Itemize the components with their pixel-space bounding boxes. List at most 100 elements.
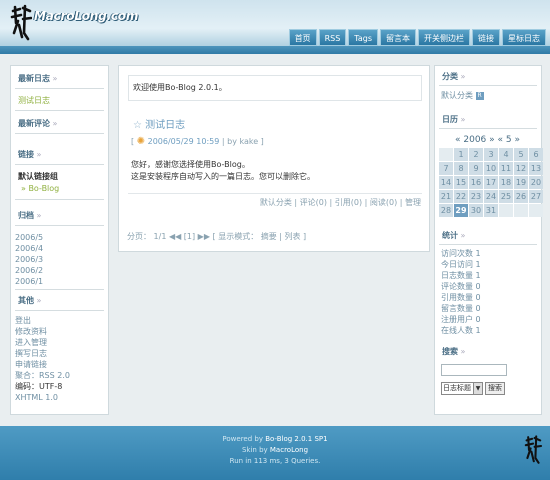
- rss-link[interactable]: 聚合：RSS 2.0: [15, 371, 70, 381]
- calendar-day[interactable]: 31: [484, 204, 498, 217]
- nav-links[interactable]: 链接: [472, 29, 500, 46]
- stat-item: 注册用户 0: [441, 315, 481, 324]
- search-button[interactable]: 搜索: [485, 382, 505, 395]
- post-body: 您好，感谢您选择使用Bo-Blog。 这是安装程序自动写入的一篇日志。您可以删除…: [131, 159, 315, 183]
- footer: Powered by Bo-Blog 2.0.1 SP1 Skin by Mac…: [0, 426, 550, 480]
- archive-item[interactable]: 2006/2: [15, 266, 43, 276]
- write-post-link[interactable]: 撰写日志: [15, 349, 47, 359]
- stat-item: 日志数量 1: [441, 271, 481, 280]
- links-title: 链接 »: [18, 150, 42, 159]
- divider: [15, 110, 104, 111]
- post-date: 2006/05/29 10:59: [147, 137, 220, 146]
- calendar-day[interactable]: 23: [469, 190, 483, 203]
- archive-item[interactable]: 2006/4: [15, 244, 43, 254]
- calendar-day[interactable]: 7: [439, 162, 453, 175]
- top-nav: 首页 RSS Tags 留言本 开关侧边栏 链接 星标日志: [288, 29, 546, 46]
- chevron-down-icon: ▼: [473, 383, 482, 394]
- divider: [128, 193, 422, 194]
- logout-link[interactable]: 登出: [15, 316, 31, 326]
- calendar-day[interactable]: 18: [499, 176, 513, 189]
- post-title[interactable]: ☆ 测试日志: [133, 116, 185, 131]
- divider: [15, 289, 104, 290]
- skin-author-link[interactable]: MacroLong: [270, 446, 308, 454]
- divider: [439, 128, 537, 129]
- site-logo-text[interactable]: MacroLong.com: [34, 9, 138, 23]
- apply-link-link[interactable]: 申请链接: [15, 360, 47, 370]
- calendar-day[interactable]: 13: [529, 162, 543, 175]
- link-group-label: 默认链接组: [18, 172, 58, 181]
- calendar-day[interactable]: 10: [484, 162, 498, 175]
- latest-post-item[interactable]: 测试日志: [18, 96, 50, 106]
- pager[interactable]: 分页： 1/1 ◀◀ [1] ▶▶ [ 显示模式： 摘要 | 列表 ]: [127, 231, 306, 242]
- divider: [15, 310, 104, 311]
- calendar-day[interactable]: 16: [469, 176, 483, 189]
- calendar-day[interactable]: 22: [454, 190, 468, 203]
- calendar-day[interactable]: 4: [499, 148, 513, 161]
- nav-tags[interactable]: Tags: [348, 29, 378, 46]
- calligraphy-logo-icon: [524, 435, 542, 464]
- calendar-day[interactable]: 17: [484, 176, 498, 189]
- nav-toggle-sidebar[interactable]: 开关侧边栏: [418, 29, 470, 46]
- calendar-day[interactable]: 26: [514, 190, 528, 203]
- calendar-day[interactable]: 20: [529, 176, 543, 189]
- calendar-day[interactable]: 12: [514, 162, 528, 175]
- admin-link[interactable]: 进入管理: [15, 338, 47, 348]
- latest-posts-title: 最新日志 »: [18, 74, 58, 83]
- category-item[interactable]: 默认分类 R: [441, 91, 484, 101]
- post-body-line: 您好，感谢您选择使用Bo-Blog。: [131, 160, 250, 169]
- divider: [15, 199, 104, 200]
- calendar-day[interactable]: 2: [469, 148, 483, 161]
- archive-item[interactable]: 2006/3: [15, 255, 43, 265]
- calendar-day[interactable]: 30: [469, 204, 483, 217]
- calendar-day[interactable]: 5: [514, 148, 528, 161]
- divider: [439, 85, 537, 86]
- nav-starred[interactable]: 星标日志: [502, 29, 546, 46]
- star-icon: ☆: [133, 120, 142, 131]
- header-bar: [0, 46, 550, 54]
- calendar-day[interactable]: 28: [439, 204, 453, 217]
- calendar-day[interactable]: 24: [484, 190, 498, 203]
- stat-item: 引用数量 0: [441, 293, 481, 302]
- calendar-day[interactable]: 8: [454, 162, 468, 175]
- nav-home[interactable]: 首页: [288, 29, 317, 46]
- link-item[interactable]: » Bo-Blog: [21, 184, 59, 194]
- calendar-day[interactable]: 15: [454, 176, 468, 189]
- right-sidebar: 分类 » 默认分类 R 日历 » « 2006 » « 5 » 12345678…: [434, 65, 543, 415]
- calendar-day[interactable]: 6: [529, 148, 543, 161]
- archive-title: 归档 »: [18, 211, 42, 220]
- calendar-day[interactable]: 25: [499, 190, 513, 203]
- post-action-links[interactable]: 默认分类 | 评论(0) | 引用(0) | 阅读(0) | 管理: [260, 197, 421, 208]
- calendar-day[interactable]: 9: [469, 162, 483, 175]
- xhtml-link[interactable]: XHTML 1.0: [15, 393, 58, 403]
- search-scope-select[interactable]: 日志标题 ▼: [441, 382, 483, 395]
- search-input[interactable]: [441, 364, 507, 376]
- bo-blog-link[interactable]: Bo-Blog 2.0.1 SP1: [265, 435, 327, 443]
- calendar-empty-cell: [514, 204, 528, 217]
- calendar-day[interactable]: 1: [454, 148, 468, 161]
- calendar-empty-cell: [499, 204, 513, 217]
- divider: [15, 225, 104, 226]
- footer-powered: Powered by Bo-Blog 2.0.1 SP1: [222, 435, 328, 443]
- edit-profile-link[interactable]: 修改资料: [15, 327, 47, 337]
- header: MacroLong.com 首页 RSS Tags 留言本 开关侧边栏 链接 星…: [0, 0, 550, 52]
- calendar-day[interactable]: 21: [439, 190, 453, 203]
- calendar-grid: 1 2 3 4 5 6 7 8 9 10 11 12 13 14 15 16 17 18 19 20 21 22 23 24 2…: [439, 148, 543, 217]
- calendar-day[interactable]: 19: [514, 176, 528, 189]
- nav-rss[interactable]: RSS: [318, 29, 347, 46]
- calendar-day[interactable]: 11: [499, 162, 513, 175]
- stat-item: 评论数量 0: [441, 282, 481, 291]
- nav-guestbook[interactable]: 留言本: [380, 29, 416, 46]
- stat-item: 在线人数 1: [441, 326, 481, 335]
- latest-comments-title: 最新评论 »: [18, 119, 58, 128]
- calendar-day[interactable]: 3: [484, 148, 498, 161]
- calligraphy-logo-icon: [10, 4, 32, 41]
- divider: [439, 244, 537, 245]
- stat-item: 访问次数 1: [441, 249, 481, 258]
- calendar-day[interactable]: 29: [454, 204, 468, 217]
- calendar-day[interactable]: 14: [439, 176, 453, 189]
- calendar-day[interactable]: 27: [529, 190, 543, 203]
- archive-item[interactable]: 2006/1: [15, 277, 43, 287]
- archive-item[interactable]: 2006/5: [15, 233, 43, 243]
- rss-icon[interactable]: R: [475, 91, 484, 100]
- calendar-nav[interactable]: « 2006 » « 5 »: [455, 135, 520, 145]
